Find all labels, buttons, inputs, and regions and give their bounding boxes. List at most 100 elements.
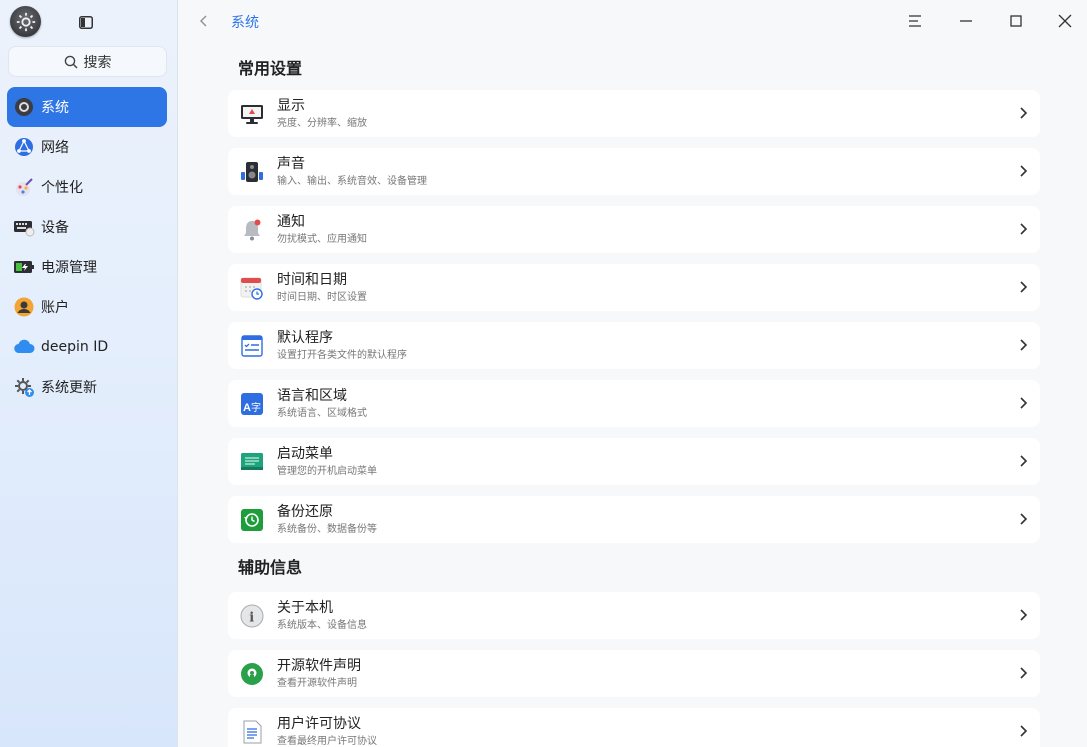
sidebar-item-label: 账户: [41, 300, 69, 316]
sidebar-item-label: deepin ID: [41, 339, 109, 355]
sidebar-item-label: 个性化: [41, 180, 83, 196]
item-subtitle: 勿扰模式、应用通知: [277, 234, 367, 245]
default-apps-icon: [239, 333, 265, 359]
sidebar-item-personalization[interactable]: 个性化: [7, 167, 167, 207]
svg-text:i: i: [249, 610, 254, 625]
chevron-right-icon: [1020, 107, 1028, 119]
license-icon: [239, 719, 265, 745]
item-subtitle: 亮度、分辨率、缩放: [277, 118, 367, 129]
chevron-right-icon: [1020, 455, 1028, 467]
device-icon: [13, 216, 35, 238]
minimize-icon: [960, 20, 972, 22]
item-title: 默认程序: [277, 330, 333, 346]
close-icon: [1058, 14, 1072, 28]
sound-icon: [239, 159, 265, 185]
chevron-right-icon: [1020, 609, 1028, 621]
chevron-left-icon: [200, 15, 207, 27]
info-icon: i: [239, 603, 265, 629]
item-title: 通知: [277, 214, 305, 230]
sidebar-item-update[interactable]: 系统更新: [7, 367, 167, 407]
sidebar-item-label: 系统: [41, 100, 69, 116]
chevron-right-icon: [1020, 223, 1028, 235]
item-subtitle: 查看最终用户许可协议: [277, 736, 377, 747]
section-title-common: 常用设置: [238, 59, 303, 78]
update-icon: [13, 376, 35, 398]
calendar-icon: [239, 275, 265, 301]
item-subtitle: 管理您的开机启动菜单: [277, 466, 377, 477]
settings-content: 常用设置 显示 亮度、分辨率、缩放 声音 输入、输出、系统音效、设备管理 通知 …: [228, 55, 1040, 747]
search-icon: [64, 55, 78, 69]
item-title: 备份还原: [277, 504, 333, 520]
backup-icon: [239, 507, 265, 533]
settings-app-logo-icon: [10, 6, 41, 37]
minimize-button[interactable]: [957, 12, 975, 30]
search-placeholder: 搜索: [83, 54, 112, 71]
svg-text:字: 字: [251, 401, 261, 414]
item-subtitle: 时间日期、时区设置: [277, 292, 367, 303]
sidebar-item-label: 设备: [41, 220, 69, 236]
search-input[interactable]: 搜索: [8, 46, 167, 77]
settings-item-sound[interactable]: 声音 输入、输出、系统音效、设备管理: [228, 148, 1040, 195]
system-icon: [13, 96, 35, 118]
close-button[interactable]: [1056, 12, 1074, 30]
network-icon: [13, 136, 35, 158]
settings-item-default-apps[interactable]: 默认程序 设置打开各类文件的默认程序: [228, 322, 1040, 369]
boot-menu-icon: [239, 449, 265, 475]
item-title: 启动菜单: [277, 446, 333, 462]
section-title-aux: 辅助信息: [238, 558, 303, 577]
item-title: 语言和区域: [277, 388, 347, 404]
sidebar-toggle-icon[interactable]: [79, 14, 93, 29]
sidebar-item-network[interactable]: 网络: [7, 127, 167, 167]
chevron-right-icon: [1020, 165, 1028, 177]
chevron-right-icon: [1020, 281, 1028, 293]
account-icon: [13, 296, 35, 318]
chevron-right-icon: [1020, 667, 1028, 679]
notification-icon: [239, 217, 265, 243]
menu-button[interactable]: [906, 12, 924, 30]
chevron-right-icon: [1020, 725, 1028, 737]
settings-item-date-time[interactable]: 时间和日期 时间日期、时区设置: [228, 264, 1040, 311]
item-title: 用户许可协议: [277, 716, 361, 732]
maximize-icon: [1010, 15, 1022, 27]
open-source-icon: [239, 661, 265, 687]
item-subtitle: 系统语言、区域格式: [277, 408, 367, 419]
settings-item-license[interactable]: 用户许可协议 查看最终用户许可协议: [228, 708, 1040, 747]
maximize-button[interactable]: [1007, 12, 1025, 30]
item-subtitle: 系统版本、设备信息: [277, 620, 367, 631]
sidebar-item-power[interactable]: 电源管理: [7, 247, 167, 287]
sidebar-item-label: 系统更新: [41, 380, 97, 396]
sidebar-item-deepin-id[interactable]: deepin ID: [7, 327, 167, 367]
settings-item-display[interactable]: 显示 亮度、分辨率、缩放: [228, 90, 1040, 137]
item-title: 关于本机: [277, 600, 333, 616]
item-subtitle: 设置打开各类文件的默认程序: [277, 350, 407, 361]
chevron-right-icon: [1020, 339, 1028, 351]
power-icon: [13, 256, 35, 278]
item-subtitle: 系统备份、数据备份等: [277, 524, 377, 535]
language-icon: A字: [239, 391, 265, 417]
item-title: 时间和日期: [277, 272, 347, 288]
settings-item-backup-restore[interactable]: 备份还原 系统备份、数据备份等: [228, 496, 1040, 543]
settings-item-language-region[interactable]: A字 语言和区域 系统语言、区域格式: [228, 380, 1040, 427]
menu-icon: [909, 15, 921, 27]
sidebar-item-label: 网络: [41, 140, 69, 156]
personalization-icon: [13, 176, 35, 198]
settings-item-boot-menu[interactable]: 启动菜单 管理您的开机启动菜单: [228, 438, 1040, 485]
breadcrumb: 系统: [231, 15, 259, 31]
settings-item-about[interactable]: i 关于本机 系统版本、设备信息: [228, 592, 1040, 639]
settings-item-open-source[interactable]: 开源软件声明 查看开源软件声明: [228, 650, 1040, 697]
sidebar-item-system[interactable]: 系统: [7, 87, 167, 127]
item-title: 开源软件声明: [277, 658, 361, 674]
chevron-right-icon: [1020, 397, 1028, 409]
svg-text:A: A: [243, 402, 251, 414]
back-button[interactable]: [196, 13, 212, 29]
sidebar-item-account[interactable]: 账户: [7, 287, 167, 327]
display-icon: [239, 101, 265, 127]
item-title: 声音: [277, 156, 305, 172]
item-subtitle: 输入、输出、系统音效、设备管理: [277, 176, 427, 187]
settings-item-notification[interactable]: 通知 勿扰模式、应用通知: [228, 206, 1040, 253]
sidebar-item-device[interactable]: 设备: [7, 207, 167, 247]
sidebar-nav: 系统 网络 个性化 设备 电源管理 账户 deepin ID 系统更新: [7, 87, 167, 407]
item-subtitle: 查看开源软件声明: [277, 678, 357, 689]
chevron-right-icon: [1020, 513, 1028, 525]
sidebar: 搜索 系统 网络 个性化 设备 电源管理 账户 deepin ID 系统更新: [0, 0, 178, 747]
